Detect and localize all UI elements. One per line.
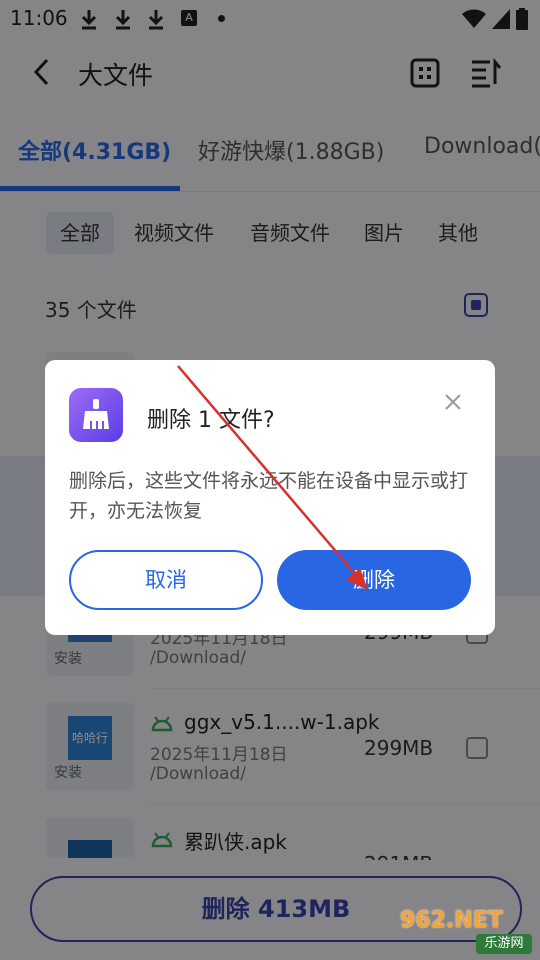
confirm-delete-button[interactable]: 删除 <box>277 550 471 610</box>
delete-confirm-dialog: 删除 1 文件? 删除后，这些文件将永远不能在设备中显示或打开，亦无法恢复 取消… <box>45 360 495 635</box>
watermark-logo: 962.NET 乐游网 <box>400 908 532 954</box>
watermark-top: 962.NET <box>400 908 503 933</box>
dialog-message: 删除后，这些文件将永远不能在设备中显示或打开，亦无法恢复 <box>69 470 469 522</box>
watermark-bottom: 乐游网 <box>476 934 532 954</box>
cancel-button[interactable]: 取消 <box>69 550 263 610</box>
close-icon[interactable] <box>441 390 465 414</box>
cleaner-app-icon <box>69 388 123 442</box>
dialog-title: 删除 1 文件? <box>147 408 275 433</box>
